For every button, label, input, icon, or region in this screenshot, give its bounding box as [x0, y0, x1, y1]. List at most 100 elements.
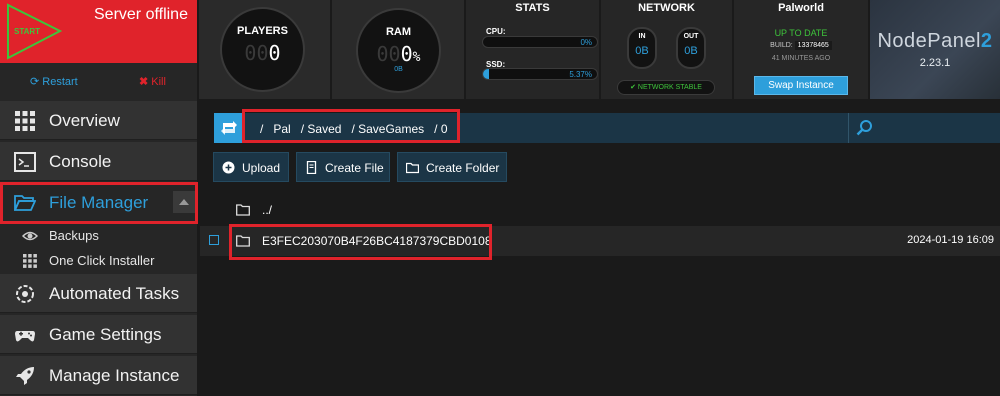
file-icon: [306, 161, 317, 174]
sidebar-item-automated-tasks[interactable]: Automated Tasks: [0, 274, 197, 313]
breadcrumb-pal[interactable]: Pal: [273, 122, 290, 136]
sidebar-item-console[interactable]: Console: [0, 142, 197, 181]
kill-label: Kill: [151, 76, 166, 88]
breadcrumb: / Pal / Saved / SaveGames / 0: [260, 122, 448, 136]
upload-button[interactable]: Upload: [213, 152, 289, 182]
kill-button[interactable]: ✖ Kill: [139, 75, 166, 88]
players-gauge: PLAYERS 000: [220, 7, 305, 92]
restart-button[interactable]: ⟳ Restart: [30, 75, 78, 88]
restart-label: Restart: [42, 76, 78, 88]
network-out-value: 0B: [684, 45, 698, 57]
server-status-panel: Server offline: [72, 0, 197, 63]
stats-panel: STATS CPU: 0% SSD: 5.37%: [466, 0, 599, 99]
ssd-bar: 5.37%: [482, 68, 598, 80]
chevron-up-icon: [179, 199, 189, 205]
refresh-button[interactable]: [214, 113, 244, 143]
server-status-text: Server offline: [94, 6, 188, 23]
network-out-label: OUT: [683, 33, 699, 40]
breadcrumb-savegames[interactable]: / SaveGames: [351, 122, 424, 136]
ssd-bar-fill: [483, 69, 490, 79]
search-icon: [856, 120, 872, 136]
create-folder-label: Create Folder: [426, 161, 500, 175]
sidebar-item-game-settings[interactable]: Game Settings: [0, 315, 197, 354]
brand-logo: NodePanel2: [877, 30, 993, 52]
network-status-text: NETWORK STABLE: [637, 84, 702, 91]
ram-panel: RAM 000% 0B: [332, 0, 464, 99]
path-bar: / Pal / Saved / SaveGames / 0: [214, 113, 1000, 143]
stats-title: STATS: [515, 2, 550, 14]
terminal-icon: [14, 152, 36, 172]
players-panel: PLAYERS 000: [199, 0, 330, 99]
network-in-value: 0B: [635, 45, 649, 57]
sidebar-item-label: Console: [49, 152, 112, 171]
network-in: IN 0B: [627, 27, 657, 69]
sidebar-item-label: Overview: [49, 111, 120, 130]
sidebar-subitem-label: One Click Installer: [49, 253, 155, 268]
cpu-label: CPU:: [486, 27, 506, 36]
update-status: UP TO DATE: [774, 28, 828, 38]
breadcrumb-root[interactable]: /: [260, 122, 263, 136]
refresh-icon: [221, 121, 237, 135]
row-checkbox[interactable]: [209, 235, 219, 245]
breadcrumb-saved[interactable]: / Saved: [301, 122, 342, 136]
cpu-value: 0%: [580, 38, 592, 47]
start-label: START: [14, 27, 41, 36]
parent-dir-row[interactable]: ../: [200, 195, 1000, 225]
sidebar-item-label: File Manager: [49, 193, 149, 212]
table-row[interactable]: E3FEC203070B4F26BC4187379CBD0108 2024-01…: [200, 226, 1000, 256]
start-panel: START: [0, 0, 72, 63]
swap-instance-button[interactable]: Swap Instance: [754, 76, 848, 95]
search-button[interactable]: [848, 113, 1000, 143]
build-number: 13378465: [794, 41, 832, 50]
folder-open-icon: [14, 195, 36, 211]
build-info: BUILD: 13378465: [734, 41, 868, 50]
sidebar-item-file-manager[interactable]: File Manager: [0, 183, 197, 222]
gear-refresh-icon: [16, 285, 34, 303]
create-file-button[interactable]: Create File: [296, 152, 390, 182]
network-title: NETWORK: [638, 2, 695, 14]
rocket-icon: [16, 367, 34, 385]
upload-label: Upload: [242, 161, 281, 175]
build-label: BUILD:: [770, 42, 793, 49]
create-file-label: Create File: [325, 161, 384, 175]
ram-gauge: RAM 000% 0B: [356, 8, 441, 93]
ram-title: RAM: [385, 26, 412, 38]
players-title: PLAYERS: [237, 25, 288, 37]
file-manager: / Pal / Saved / SaveGames / 0 Upload Cre…: [200, 99, 1000, 396]
network-in-label: IN: [638, 33, 646, 40]
brand-panel: NodePanel2 2.23.1: [870, 0, 1000, 99]
cpu-bar: 0%: [482, 36, 598, 48]
folder-icon: [406, 162, 419, 174]
network-out: OUT 0B: [676, 27, 706, 69]
start-button[interactable]: START: [0, 0, 72, 63]
check-icon: ✔: [630, 84, 636, 91]
folder-icon: [236, 235, 250, 247]
restart-icon: ⟳: [30, 76, 40, 88]
ram-sub: 0B: [394, 66, 403, 73]
grid-icon: [15, 111, 35, 131]
build-age: 41 MINUTES AGO: [771, 55, 831, 62]
folder-icon: [236, 204, 250, 216]
network-status-badge: ✔ NETWORK STABLE: [617, 80, 715, 95]
sidebar-item-manage-instance[interactable]: Manage Instance: [0, 356, 197, 395]
version-label: 2.23.1: [919, 57, 951, 69]
sidebar-subitem-one-click-installer[interactable]: One Click Installer: [0, 248, 197, 273]
ssd-value: 5.37%: [569, 70, 592, 79]
players-value: 000: [244, 41, 281, 65]
collapse-button[interactable]: [173, 191, 195, 213]
sidebar: Overview Console File Manager Backups On…: [0, 99, 197, 396]
sidebar-item-label: Game Settings: [49, 325, 162, 344]
close-icon: ✖: [139, 76, 149, 88]
gamepad-icon: [15, 331, 35, 342]
sidebar-item-overview[interactable]: Overview: [0, 101, 197, 140]
file-name[interactable]: E3FEC203070B4F26BC4187379CBD0108: [262, 234, 492, 248]
ram-value: 000%: [376, 42, 421, 66]
grid-icon: [23, 254, 37, 268]
breadcrumb-0[interactable]: / 0: [434, 122, 447, 136]
game-title: Palworld: [778, 2, 824, 14]
sidebar-item-label: Manage Instance: [49, 366, 180, 385]
file-name[interactable]: ../: [262, 203, 272, 217]
create-folder-button[interactable]: Create Folder: [397, 152, 507, 182]
file-date: 2024-01-19 16:09: [907, 234, 994, 246]
sidebar-subitem-backups[interactable]: Backups: [0, 223, 197, 248]
